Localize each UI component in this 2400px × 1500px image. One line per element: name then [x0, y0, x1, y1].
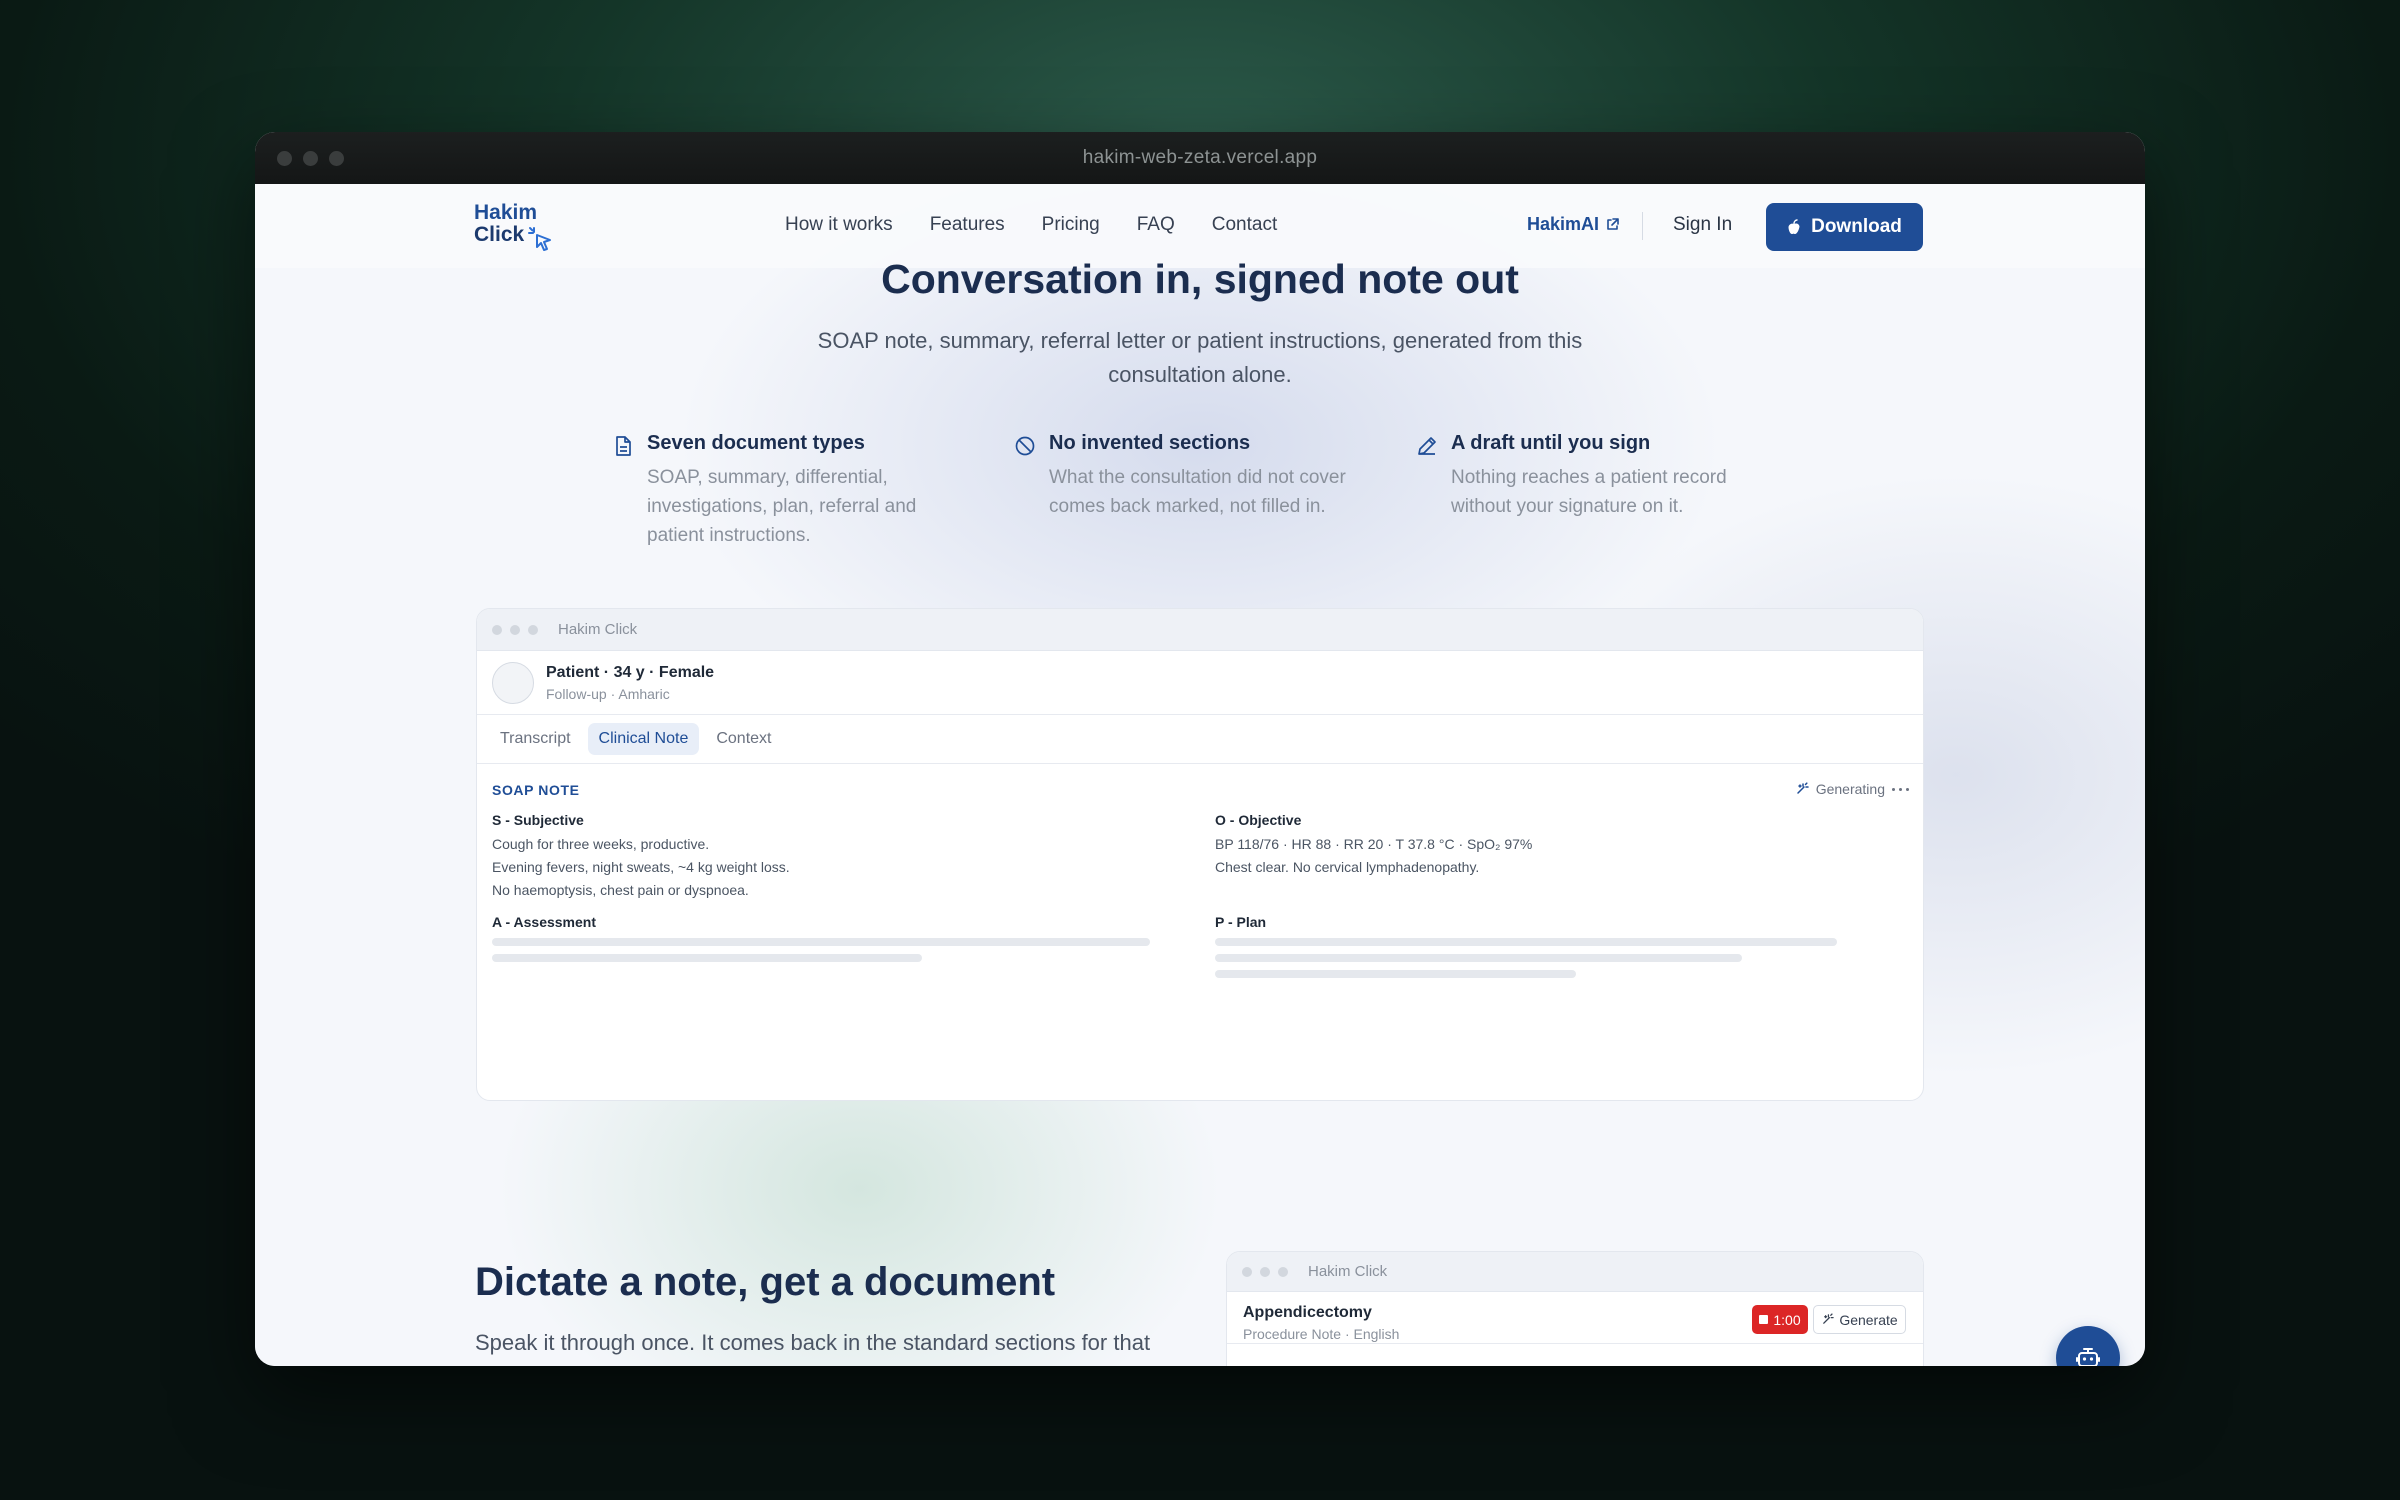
loading-skeleton-line — [1215, 954, 1742, 962]
nav-divider — [1642, 212, 1643, 240]
feature-title: No invented sections — [1049, 432, 1251, 454]
app-title: Hakim Click — [558, 621, 638, 638]
note-line: Cough for three weeks, productive. — [492, 836, 710, 852]
pencil-icon — [1418, 437, 1436, 455]
loading-skeleton-line — [1215, 938, 1837, 946]
note-line: No haemoptysis, chest pain or dyspnoea. — [492, 882, 749, 898]
loading-skeleton-line — [492, 954, 922, 962]
document-icon — [616, 436, 631, 456]
stop-icon — [1759, 1315, 1769, 1324]
section-title: S - Subjective — [492, 812, 584, 828]
apple-icon — [1788, 218, 1800, 234]
chat-assistant-button[interactable] — [2056, 1326, 2120, 1366]
external-link-icon — [1607, 218, 1619, 230]
app-titlebar: Hakim Click — [477, 609, 1923, 651]
download-button[interactable]: Download — [1766, 203, 1923, 251]
ban-icon — [1015, 436, 1035, 456]
hakimai-label: HakimAI — [1527, 214, 1600, 234]
app-window-dots — [1242, 1266, 1288, 1277]
close-window-button[interactable] — [277, 151, 292, 166]
app-title: Hakim Click — [1308, 1263, 1388, 1280]
app-window-dots — [492, 624, 538, 635]
feature-text: SOAP, summary, differential, investigati… — [647, 467, 917, 546]
tab-context[interactable]: Context — [705, 723, 782, 755]
sparkle-icon — [1823, 1313, 1835, 1324]
app-titlebar: Hakim Click — [1227, 1252, 1923, 1292]
hero-title: Conversation in, signed note out — [881, 256, 1519, 302]
logo[interactable]: Hakim Click — [474, 202, 566, 252]
section-title: A - Assessment — [492, 914, 597, 930]
procedure-name: Appendicectomy — [1243, 1304, 1372, 1321]
dictation-preview-window: Hakim Click Appendicectomy Procedure Not… — [1226, 1251, 1924, 1366]
web-page: Hakim Click How it works Features Pricin… — [255, 184, 2145, 1366]
nav-link-faq[interactable]: FAQ — [1137, 214, 1175, 236]
nav-link-how-it-works[interactable]: How it works — [785, 214, 893, 236]
patient-header: Patient · 34 y · Female Follow-up · Amha… — [477, 651, 1923, 715]
browser-window: hakim-web-zeta.vercel.app Hakim Click Ho… — [255, 132, 2145, 1366]
app-preview-window: Hakim Click Patient · 34 y · Female Foll… — [476, 608, 1924, 1101]
hakimai-link[interactable]: HakimAI — [1527, 214, 1620, 235]
avatar — [492, 661, 534, 704]
address-bar-url[interactable]: hakim-web-zeta.vercel.app — [1083, 147, 1318, 169]
loading-skeleton-line — [492, 938, 1150, 946]
note-tabs: Transcript Clinical Note Context — [477, 715, 1923, 764]
patient-meta: Follow-up · Amharic — [546, 685, 670, 702]
feature-document-types: Seven document types SOAP, summary, diff… — [611, 432, 951, 550]
loading-skeleton-line — [1215, 970, 1576, 978]
nav-link-features[interactable]: Features — [930, 214, 1005, 236]
feature-text: Nothing reaches a patient record without… — [1451, 467, 1727, 517]
section-plan: P - Plan — [1215, 914, 1875, 978]
stop-recording-button[interactable]: 1:00 — [1752, 1305, 1808, 1334]
dictate-subtitle: Speak it through once. It comes back in … — [475, 1330, 1151, 1355]
patient-name: Patient · 34 y · Female — [546, 663, 715, 681]
sign-in-link[interactable]: Sign In — [1673, 214, 1732, 236]
browser-titlebar: hakim-web-zeta.vercel.app — [255, 132, 2145, 184]
generate-label: Generate — [1839, 1311, 1898, 1328]
tab-transcript[interactable]: Transcript — [489, 723, 582, 755]
generate-button[interactable]: Generate — [1813, 1305, 1906, 1334]
section-assessment: A - Assessment — [492, 914, 1152, 962]
feature-no-invented-sections: No invented sections What the consultati… — [1013, 432, 1353, 521]
bot-icon — [2076, 1348, 2100, 1366]
nav-link-contact[interactable]: Contact — [1212, 214, 1277, 236]
section-title: P - Plan — [1215, 914, 1267, 930]
note-header: SOAP NOTE — [492, 782, 580, 798]
note-line: Chest clear. No cervical lymphadenopathy… — [1215, 859, 1480, 875]
logo-text-hakim: Hakim — [474, 201, 538, 224]
note-line: BP 118/76 · HR 88 · RR 20 · T 37.8 °C · … — [1215, 836, 1533, 852]
procedure-header: Appendicectomy Procedure Note · English … — [1227, 1292, 1923, 1344]
section-subjective: S - Subjective Cough for three weeks, pr… — [492, 812, 1152, 902]
note-line: Evening fevers, night sweats, ~4 kg weig… — [492, 859, 790, 875]
feature-title: Seven document types — [647, 432, 865, 454]
dictate-title: Dictate a note, get a document — [475, 1260, 1056, 1304]
minimize-window-button[interactable] — [303, 151, 318, 166]
feature-draft-until-sign: A draft until you sign Nothing reaches a… — [1415, 432, 1755, 521]
sparkle-icon — [1796, 782, 1809, 794]
hero-subtitle: SOAP note, summary, referral letter or p… — [817, 328, 1583, 387]
generating-label: Generating — [1815, 781, 1885, 797]
window-controls — [277, 151, 344, 166]
logo-text-click: Click — [474, 223, 525, 246]
feature-text: What the consultation did not cover come… — [1049, 467, 1346, 517]
loading-dots-icon — [1892, 787, 1909, 791]
recording-timer: 1:00 — [1773, 1311, 1801, 1328]
cursor-click-icon — [528, 227, 551, 251]
section-objective: O - Objective BP 118/76 · HR 88 · RR 20 … — [1215, 812, 1875, 879]
generating-status: Generating — [1795, 781, 1909, 797]
tab-clinical-note[interactable]: Clinical Note — [587, 723, 700, 755]
section-title: O - Objective — [1215, 812, 1302, 828]
feature-title: A draft until you sign — [1451, 432, 1651, 454]
nav-link-pricing[interactable]: Pricing — [1042, 214, 1100, 236]
maximize-window-button[interactable] — [329, 151, 344, 166]
download-label: Download — [1811, 216, 1902, 237]
nav-links: How it works Features Pricing FAQ Contac… — [785, 214, 1277, 236]
procedure-meta: Procedure Note · English — [1243, 1326, 1400, 1342]
